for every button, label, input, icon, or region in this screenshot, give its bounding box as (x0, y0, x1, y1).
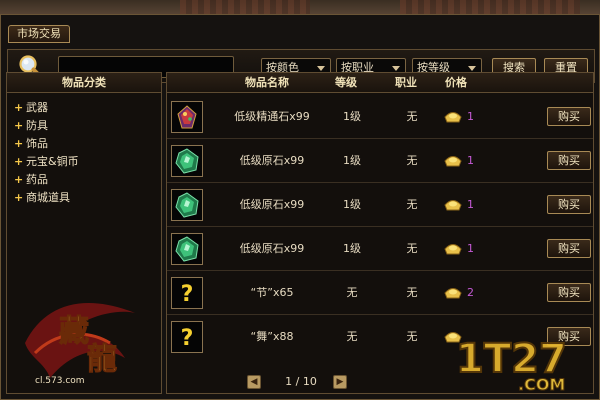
item-name: 低级原石x99 (239, 242, 305, 255)
question-icon: ? (181, 326, 194, 351)
category-label: 商城道具 (26, 191, 70, 204)
item-job: 无 (406, 198, 418, 211)
item-slot[interactable]: ? (171, 321, 203, 353)
item-price: 1 (467, 110, 474, 123)
green-stone-icon (175, 148, 199, 174)
category-item-accessories[interactable]: + 饰品 (14, 135, 161, 153)
category-panel: 物品分类 + 武器 + 防具 + 饰品 + 元宝&铜币 + 药品 + 商城道具 藏 龍 cl… (6, 72, 162, 394)
site-watermark: 1T27 .COM (455, 335, 568, 395)
buy-button[interactable]: 购买 (547, 239, 591, 258)
item-slot[interactable] (171, 233, 203, 265)
chevron-down-icon (392, 66, 400, 71)
item-name: “舞”x88 (250, 330, 294, 343)
table-row: 低级原石x99 1级 无 1 购买 (167, 227, 593, 271)
category-list: + 武器 + 防具 + 饰品 + 元宝&铜币 + 药品 + 商城道具 (7, 93, 161, 207)
table-row: 低级原石x99 1级 无 1 购买 (167, 139, 593, 183)
item-price: 1 (467, 242, 474, 255)
plus-icon: + (14, 119, 24, 132)
column-level: 等级 (335, 76, 357, 89)
table-row: 低级精通石x99 1级 无 1 购买 (167, 95, 593, 139)
table-row: ? “节”x65 无 无 2 购买 (167, 271, 593, 315)
gold-ingot-icon (444, 156, 462, 167)
item-job: 无 (406, 330, 418, 343)
gem-icon (177, 105, 197, 129)
plus-icon: + (14, 101, 24, 114)
item-level: 1级 (343, 198, 361, 211)
item-level: 1级 (343, 154, 361, 167)
item-slot[interactable] (171, 145, 203, 177)
item-name: 低级原石x99 (239, 198, 305, 211)
item-name: 低级精通石x99 (234, 110, 310, 123)
item-slot[interactable] (171, 101, 203, 133)
pagination: ◀ 1 / 10 ▶ (247, 373, 347, 391)
category-label: 药品 (26, 173, 48, 186)
category-label: 防具 (26, 119, 48, 132)
svg-text:?: ? (181, 326, 194, 351)
tab-market[interactable]: 市场交易 (8, 25, 70, 43)
logo-site: cl.573.com (35, 376, 85, 386)
green-stone-icon (175, 236, 199, 262)
category-item-currency[interactable]: + 元宝&铜币 (14, 153, 161, 171)
table-header: 物品名称 等级 职业 价格 (167, 73, 593, 93)
gold-ingot-icon (444, 112, 462, 123)
item-slot[interactable]: ? (171, 277, 203, 309)
plus-icon: + (14, 173, 24, 186)
item-slot[interactable] (171, 189, 203, 221)
item-level: 1级 (343, 242, 361, 255)
category-item-mall[interactable]: + 商城道具 (14, 189, 161, 207)
prev-page-icon[interactable]: ◀ (247, 375, 261, 389)
category-item-armor[interactable]: + 防具 (14, 117, 161, 135)
item-name: “节”x65 (250, 286, 294, 299)
item-job: 无 (406, 286, 418, 299)
category-header: 物品分类 (7, 73, 161, 93)
gold-ingot-icon (444, 200, 462, 211)
buy-button[interactable]: 购买 (547, 151, 591, 170)
item-name: 低级原石x99 (239, 154, 305, 167)
category-label: 饰品 (26, 137, 48, 150)
column-job: 职业 (395, 76, 417, 89)
question-icon: ? (181, 282, 194, 307)
plus-icon: + (14, 191, 24, 204)
buy-button[interactable]: 购买 (547, 107, 591, 126)
plus-icon: + (14, 155, 24, 168)
next-page-icon[interactable]: ▶ (333, 375, 347, 389)
buy-button[interactable]: 购买 (547, 283, 591, 302)
chevron-down-icon (468, 66, 476, 71)
item-job: 无 (406, 154, 418, 167)
category-label: 武器 (26, 101, 48, 114)
category-label: 元宝&铜币 (26, 155, 79, 168)
item-price: 1 (467, 154, 474, 167)
plus-icon: + (14, 137, 24, 150)
item-job: 无 (406, 110, 418, 123)
chevron-down-icon (317, 66, 325, 71)
item-price: 1 (467, 198, 474, 211)
svg-text:?: ? (181, 282, 194, 307)
page-indicator: 1 / 10 (285, 375, 317, 388)
table-row: 低级原石x99 1级 无 1 购买 (167, 183, 593, 227)
column-name: 物品名称 (245, 76, 289, 89)
item-level: 无 (346, 330, 358, 343)
item-price: 2 (467, 286, 474, 299)
item-level: 无 (346, 286, 358, 299)
item-job: 无 (406, 242, 418, 255)
item-level: 1级 (343, 110, 361, 123)
green-stone-icon (175, 192, 199, 218)
gold-ingot-icon (444, 244, 462, 255)
svg-text:龍: 龍 (87, 342, 117, 377)
buy-button[interactable]: 购买 (547, 195, 591, 214)
category-item-medicine[interactable]: + 药品 (14, 171, 161, 189)
gold-ingot-icon (444, 288, 462, 299)
svg-text:.COM: .COM (518, 375, 565, 394)
game-logo: 藏 龍 cl.573.com (25, 303, 135, 386)
column-price: 价格 (445, 76, 467, 89)
category-item-weapons[interactable]: + 武器 (14, 99, 161, 117)
logo-title: 藏 (59, 314, 89, 349)
